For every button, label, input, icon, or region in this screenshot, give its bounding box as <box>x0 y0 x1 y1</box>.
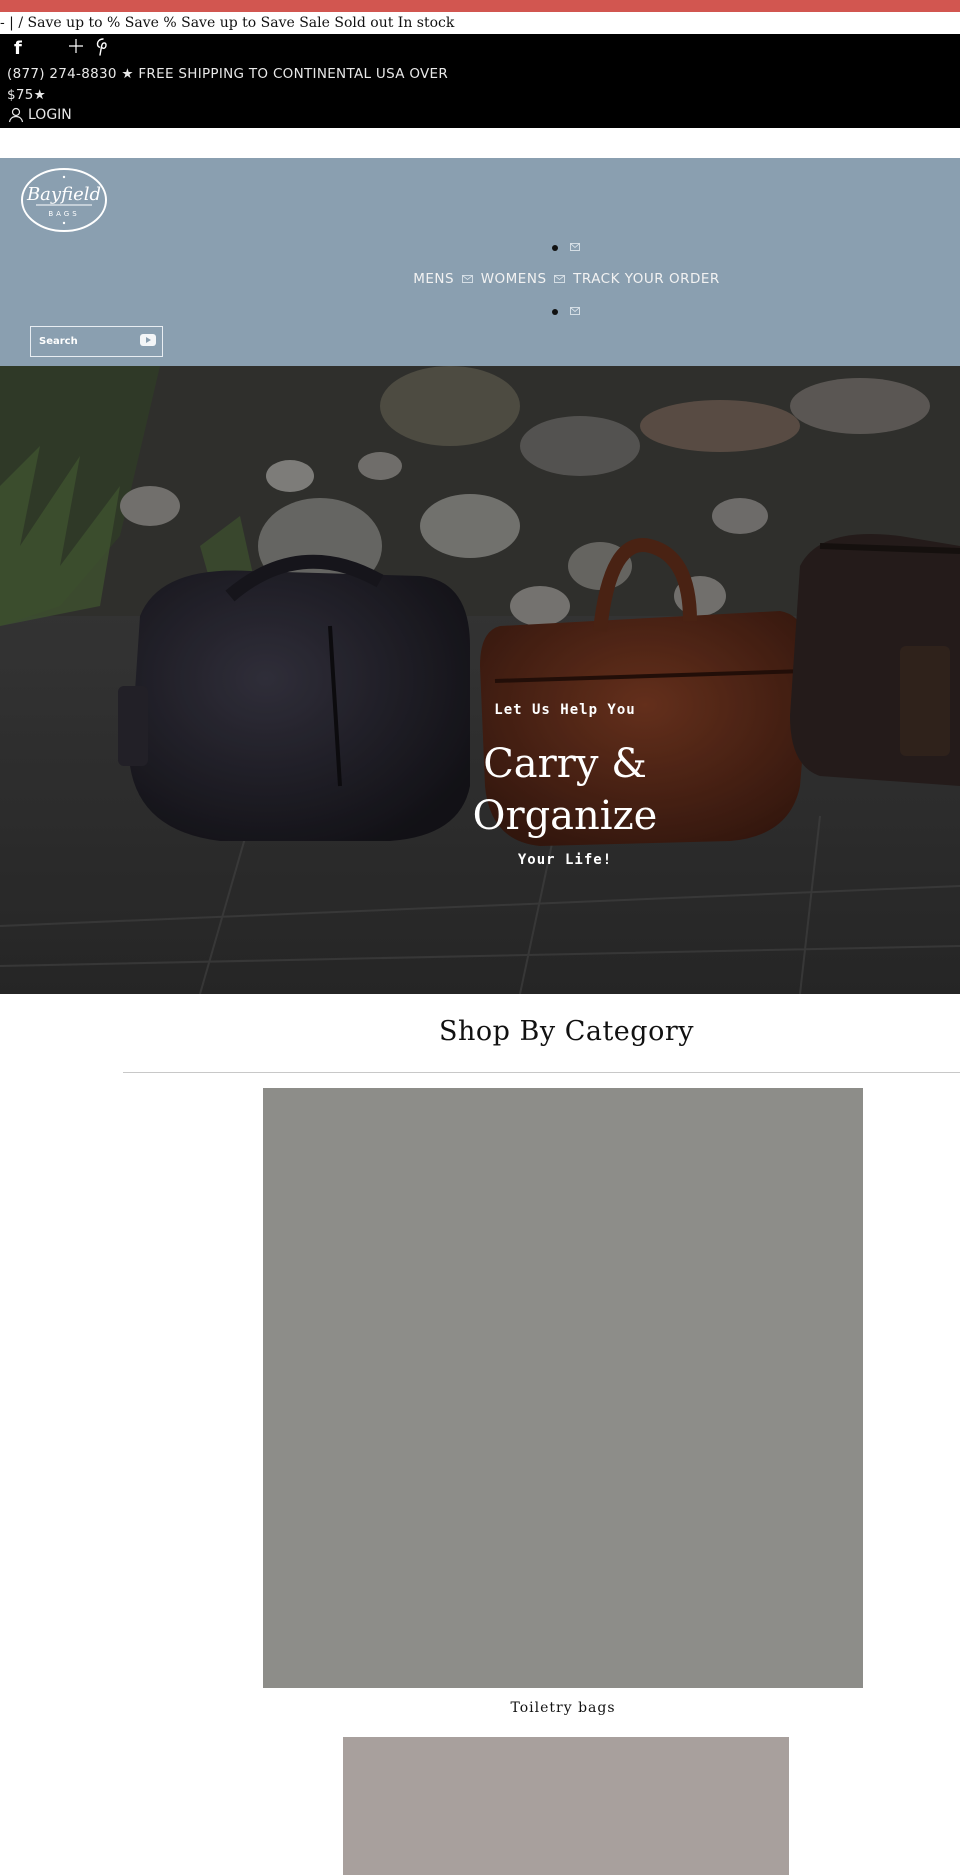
hero-banner: Let Us Help You Carry & Organize Your Li… <box>0 366 960 994</box>
envelope-icon <box>461 275 473 283</box>
user-icon <box>8 107 24 123</box>
hero-title: Carry & Organize <box>472 741 658 839</box>
hero-subtitle: Your Life! <box>517 852 613 868</box>
category-card-image[interactable] <box>263 1088 863 1688</box>
bullet-dot <box>552 245 558 251</box>
top-bar: f (877) 274-8830 ★ FREE SHIPPING TO CONT… <box>0 34 960 128</box>
plus-icon[interactable] <box>68 38 84 59</box>
login-link[interactable]: LOGIN <box>8 107 72 123</box>
nav-item-mens[interactable]: MENS <box>413 271 454 287</box>
section-divider <box>123 1072 960 1073</box>
accent-strip <box>0 0 960 12</box>
nav-item-womens[interactable]: WOMENS <box>481 271 547 287</box>
contact-shipping-info: (877) 274-8830 ★ FREE SHIPPING TO CONTIN… <box>7 66 449 103</box>
category-card-image[interactable] <box>343 1737 789 1875</box>
nav-item-track-order[interactable]: TRACK YOUR ORDER <box>573 271 720 287</box>
category-section-title: Shop By Category <box>439 1016 694 1047</box>
nav-items: MENS WOMENS TRACK YOUR ORDER <box>0 271 960 287</box>
site-header: Bayfield BAGS MENS WOMENS TRACK YOUR ORD… <box>0 158 960 366</box>
search-form <box>30 326 163 357</box>
facebook-icon[interactable]: f <box>14 38 22 59</box>
play-icon[interactable] <box>140 333 156 351</box>
hero-kicker: Let Us Help You <box>494 702 636 718</box>
announcement-bar: - | / Save up to % Save % Save up to Sav… <box>0 15 455 31</box>
envelope-icon <box>554 275 566 283</box>
pinterest-icon[interactable] <box>96 38 110 61</box>
bullet-dot <box>552 309 558 315</box>
envelope-icon <box>570 243 580 251</box>
category-card-label[interactable]: Toiletry bags <box>263 1700 863 1716</box>
search-input[interactable] <box>39 336 129 347</box>
login-label: LOGIN <box>28 107 72 123</box>
hero-image <box>0 366 960 994</box>
envelope-icon <box>570 307 580 315</box>
